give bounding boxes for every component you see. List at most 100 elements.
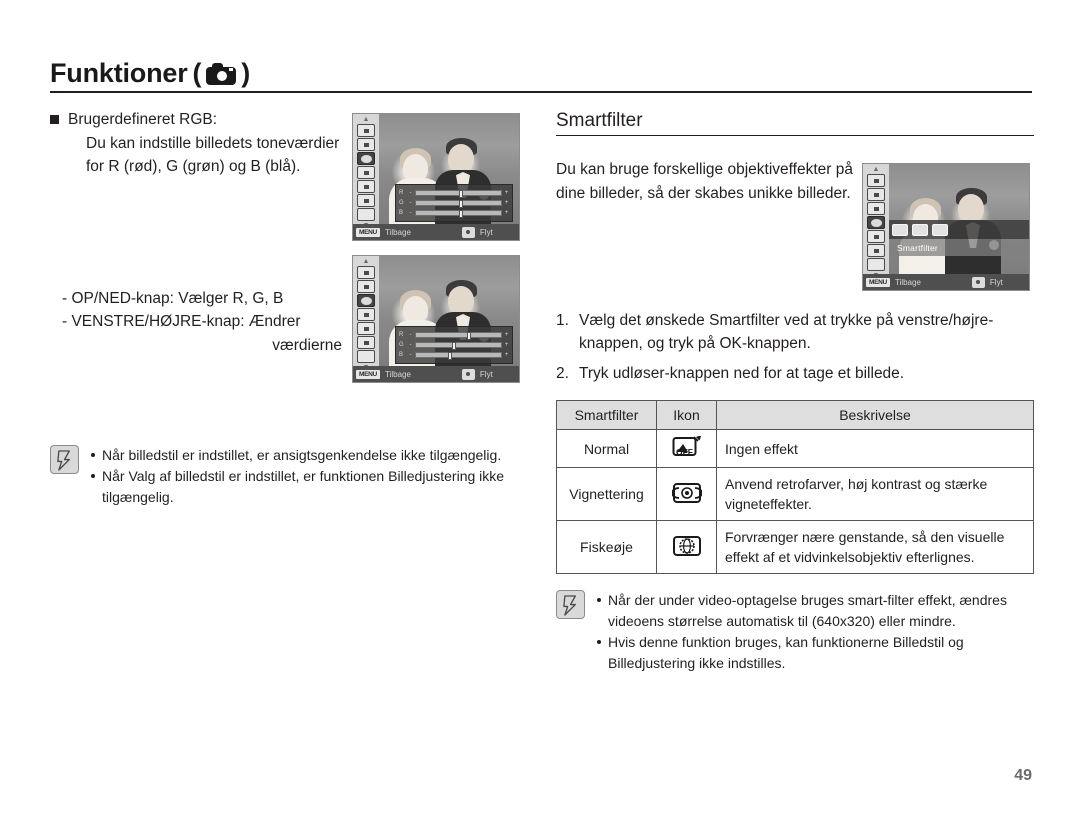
note-item-text: Når der under video-optagelse bruges sma… bbox=[608, 590, 1007, 632]
desc-line-2: effekt af et vidvinkelsobjektiv efterlig… bbox=[725, 549, 975, 565]
rail-icon-palette-selected bbox=[357, 152, 375, 165]
rail-icon-7 bbox=[867, 258, 885, 271]
rail-icon-7 bbox=[357, 208, 375, 221]
cell-description: Anvend retrofarver, høj kontrast og stær… bbox=[716, 467, 1034, 521]
move-label: Flyt bbox=[989, 277, 1003, 287]
rgb-slider-panel[interactable]: R - + G - + B - + bbox=[395, 326, 513, 364]
cell-filter-name: Vignettering bbox=[556, 467, 657, 521]
filter-option-normal[interactable] bbox=[892, 223, 908, 236]
filter-option-fisheye[interactable] bbox=[932, 223, 948, 236]
page-number: 49 bbox=[1014, 767, 1032, 784]
slider-r-track[interactable] bbox=[415, 331, 502, 340]
slider-r-plus[interactable]: + bbox=[504, 332, 509, 338]
square-bullet-icon bbox=[50, 115, 59, 124]
slider-b-track[interactable] bbox=[415, 352, 502, 361]
lcd-icon-rail: ▲ ▼ bbox=[353, 114, 379, 229]
cell-filter-icon bbox=[656, 467, 717, 521]
slider-g-plus[interactable]: + bbox=[504, 200, 509, 206]
key-line-3: værdierne bbox=[272, 336, 342, 354]
lcd-bottom-bar: MENU Tilbage Flyt bbox=[863, 274, 1029, 290]
slider-r-minus[interactable]: - bbox=[408, 190, 413, 196]
rail-icon-5 bbox=[867, 230, 885, 243]
header-divider bbox=[50, 91, 1032, 93]
note-item: Når Valg af billedstil er indstillet, er… bbox=[91, 466, 530, 508]
slider-r-plus[interactable]: + bbox=[504, 190, 509, 196]
page-title-text: Funktioner bbox=[50, 58, 188, 88]
slider-g[interactable]: G - + bbox=[399, 199, 509, 208]
slider-b-minus[interactable]: - bbox=[408, 210, 413, 216]
slider-r[interactable]: R - + bbox=[399, 188, 509, 198]
left-column: Brugerdefineret RGB: Du kan indstille bi… bbox=[50, 108, 530, 508]
slider-g-minus[interactable]: - bbox=[408, 200, 413, 206]
filter-off-icon: OFF bbox=[672, 435, 702, 458]
bullet-dot-icon bbox=[597, 598, 601, 602]
menu-button[interactable]: MENU bbox=[866, 277, 890, 287]
desc-line-1: Ingen effekt bbox=[725, 440, 798, 457]
table-row: Normal OFF Ingen effekt bbox=[556, 429, 1034, 468]
menu-button[interactable]: MENU bbox=[356, 227, 380, 237]
slider-g-track[interactable] bbox=[415, 200, 502, 208]
manual-page: Funktioner ( ) Brugerdefineret RGB: Du k… bbox=[0, 0, 1080, 815]
rgb-bullet-text: Brugerdefineret RGB: Du kan indstille bi… bbox=[68, 108, 339, 179]
note-line-2: videoens størrelse automatisk til (640x3… bbox=[608, 613, 956, 629]
rail-icon-2 bbox=[867, 188, 885, 201]
note-line-2: Billedjustering ikke indstilles. bbox=[608, 655, 786, 671]
slider-g-label: G bbox=[399, 342, 404, 348]
right-note-list: Når der under video-optagelse bruges sma… bbox=[597, 590, 1007, 674]
pen-nib-glyph bbox=[57, 450, 70, 471]
slider-b-plus[interactable]: + bbox=[504, 210, 509, 216]
note-item-text: Når billedstil er indstillet, er ansigts… bbox=[102, 447, 502, 463]
rail-icon-4 bbox=[357, 308, 375, 321]
cell-filter-icon: OFF bbox=[656, 429, 717, 468]
back-label: Tilbage bbox=[384, 369, 411, 379]
step-line-2: knappen, og tryk på OK-knappen. bbox=[579, 335, 811, 352]
rail-icon-7 bbox=[357, 350, 375, 363]
desc-line-2: vigneteffekter. bbox=[725, 496, 812, 512]
lcd-bottom-bar: MENU Tilbage Flyt bbox=[353, 224, 519, 240]
smartfilter-option-strip[interactable] bbox=[889, 220, 1029, 239]
slider-r-minus[interactable]: - bbox=[408, 332, 413, 338]
camera-lcd-rgb-1: ▲ ▼ R - + bbox=[352, 113, 520, 241]
pen-note-icon bbox=[50, 445, 79, 474]
cell-description: Ingen effekt bbox=[716, 429, 1034, 468]
page-header: Funktioner ( ) bbox=[50, 58, 1032, 93]
step-line-1: Tryk udløser-knappen ned for at tage et … bbox=[579, 365, 905, 382]
rail-icon-1 bbox=[357, 124, 375, 137]
rail-icon-6 bbox=[357, 194, 375, 207]
slider-g[interactable]: G - + bbox=[399, 341, 509, 350]
paren-close: ) bbox=[241, 58, 251, 88]
note-item: Når billedstil er indstillet, er ansigts… bbox=[91, 445, 530, 466]
rail-icon-5 bbox=[357, 180, 375, 193]
slider-r-track[interactable] bbox=[415, 189, 502, 198]
navpad-icon[interactable] bbox=[971, 276, 985, 288]
menu-button[interactable]: MENU bbox=[356, 369, 380, 379]
navpad-icon[interactable] bbox=[461, 226, 475, 238]
rgb-slider-panel[interactable]: R - + G - + B - + bbox=[395, 184, 513, 222]
cell-filter-name: Normal bbox=[556, 429, 657, 468]
slider-b-minus[interactable]: - bbox=[408, 352, 413, 358]
slider-g-track[interactable] bbox=[415, 342, 502, 350]
pen-nib-glyph bbox=[563, 595, 576, 616]
camera-icon bbox=[206, 62, 237, 85]
section-title: Smartfilter bbox=[556, 110, 643, 131]
cell-description: Forvrænger nære genstande, så den visuel… bbox=[716, 520, 1034, 574]
slider-b[interactable]: B - + bbox=[399, 209, 509, 219]
slider-g-plus[interactable]: + bbox=[504, 342, 509, 348]
right-note-box: Når der under video-optagelse bruges sma… bbox=[556, 590, 1034, 674]
intro-line-2: dine billeder, så der skabes unikke bill… bbox=[556, 184, 851, 202]
slider-b-plus[interactable]: + bbox=[504, 352, 509, 358]
paren-open: ( bbox=[192, 58, 202, 88]
slider-g-minus[interactable]: - bbox=[408, 342, 413, 348]
rgb-line-3: for R (rød), G (grøn) og B (blå). bbox=[86, 158, 301, 175]
slider-b[interactable]: B - + bbox=[399, 351, 509, 361]
filter-option-vignette[interactable] bbox=[912, 223, 928, 236]
rail-icon-palette-selected bbox=[357, 294, 375, 307]
slider-r[interactable]: R - + bbox=[399, 330, 509, 340]
step-item: 1. Vælg det ønskede Smartfilter ved at t… bbox=[556, 309, 1034, 355]
note-item-text: Når Valg af billedstil er indstillet, er… bbox=[102, 468, 505, 505]
lcd-bottom-bar: MENU Tilbage Flyt bbox=[353, 366, 519, 382]
slider-r-label: R bbox=[399, 189, 404, 196]
navpad-icon[interactable] bbox=[461, 368, 475, 380]
left-note-box: Når billedstil er indstillet, er ansigts… bbox=[50, 445, 530, 508]
slider-b-track[interactable] bbox=[415, 210, 502, 219]
